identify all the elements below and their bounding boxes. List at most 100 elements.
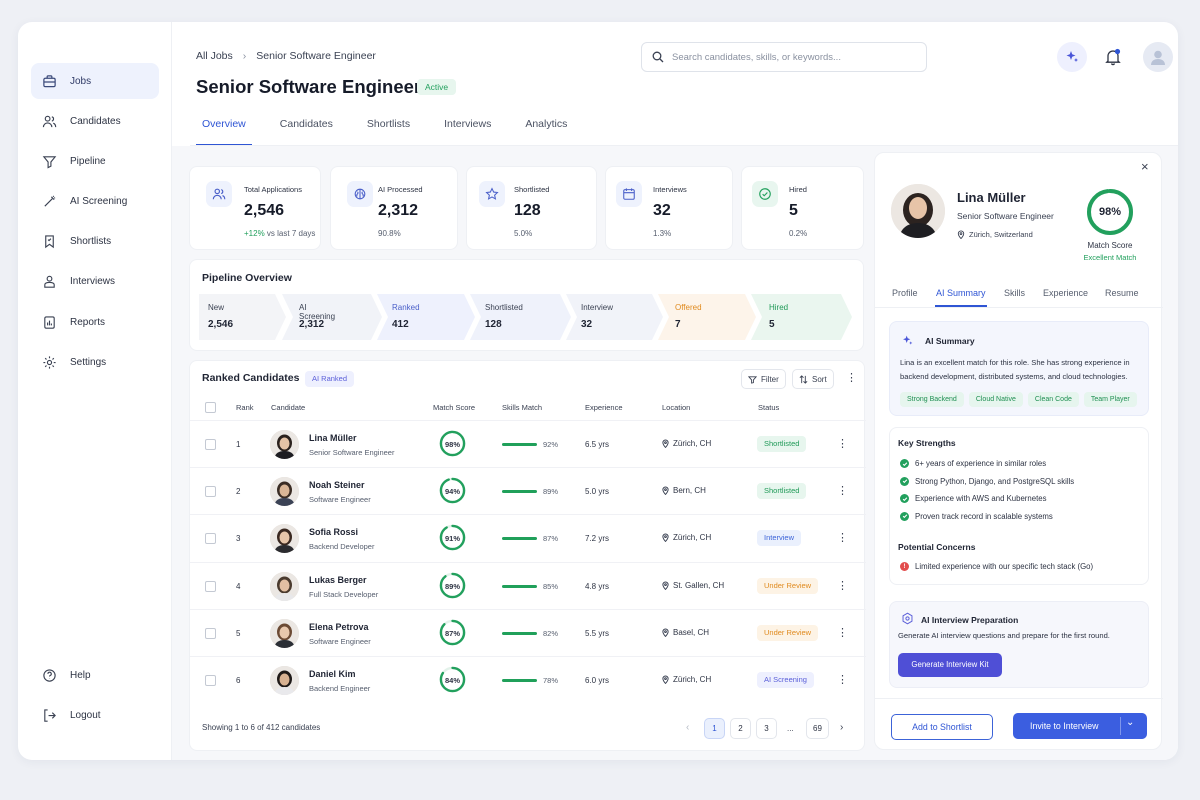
chevron-down-icon[interactable]: ⌄ [1126, 717, 1134, 728]
candidate-role: Software Engineer [309, 636, 371, 646]
row-checkbox[interactable] [205, 627, 216, 639]
strength-item: Experience with AWS and Kubernetes [900, 494, 1046, 503]
page-1[interactable]: 1 [704, 718, 725, 739]
table-row[interactable]: 2 Noah Steiner Software Engineer 94% 89%… [190, 467, 866, 514]
panel-tab-profile[interactable]: Profile [892, 288, 918, 298]
experience-cell: 6.0 yrs [585, 676, 610, 685]
candidate-role: Senior Software Engineer [957, 211, 1054, 221]
avatar [270, 477, 299, 507]
portrait-image [270, 430, 299, 459]
generate-interview-kit-button[interactable]: Generate Interview Kit [898, 653, 1002, 677]
sidebar-item-jobs[interactable]: Jobs [31, 63, 159, 99]
row-checkbox[interactable] [205, 486, 216, 498]
filter-button[interactable]: Filter [741, 369, 786, 389]
more-options-icon[interactable]: ⋮ [846, 371, 857, 384]
search-input[interactable]: Search candidates, skills, or keywords..… [641, 42, 927, 72]
sidebar-item-reports[interactable]: Reports [31, 304, 159, 340]
stat-value: 2,546 [244, 202, 285, 219]
ai-assistant-button[interactable] [1057, 42, 1087, 72]
sidebar: Jobs Candidates Pipeline AI Screening Sh… [18, 22, 172, 760]
table-row[interactable]: 4 Lukas Berger Full Stack Developer 89% … [190, 561, 866, 609]
table-row[interactable]: 3 Sofia Rossi Backend Developer 91% 87% … [190, 514, 866, 561]
wand-icon [44, 195, 56, 207]
match-score-value: 87% [444, 628, 460, 638]
row-checkbox[interactable] [205, 675, 216, 686]
table-row[interactable]: 1 Lina Müller Senior Software Engineer 9… [190, 420, 866, 467]
candidate-name[interactable]: Lina Müller [309, 433, 357, 443]
panel-tab-resume[interactable]: Resume [1105, 288, 1139, 298]
row-more-icon[interactable]: ⋮ [837, 484, 848, 497]
table-row[interactable]: 5 Elena Petrova Software Engineer 87% 82… [190, 608, 866, 656]
rank-cell: 2 [236, 487, 241, 497]
pipeline-chevron-hired[interactable] [751, 294, 852, 340]
stage-name: Ranked [392, 303, 420, 312]
page-69[interactable]: 69 [806, 718, 829, 739]
panel-tab-skills[interactable]: Skills [1004, 288, 1025, 298]
tab-interviews[interactable]: Interviews [438, 118, 497, 146]
pipeline-chevron-shortlisted[interactable] [470, 294, 571, 340]
portrait-image [270, 571, 299, 601]
row-more-icon[interactable]: ⋮ [837, 579, 848, 592]
breadcrumb-all-jobs[interactable]: All Jobs [196, 50, 233, 62]
close-icon[interactable]: × [1141, 159, 1149, 174]
invite-to-interview-button[interactable]: Invite to Interview ⌄ [1013, 713, 1147, 739]
candidate-role: Senior Software Engineer [309, 448, 395, 457]
select-all-checkbox[interactable] [205, 402, 216, 413]
location-cell: Zürich, CH [662, 439, 711, 448]
sidebar-item-help[interactable]: Help [31, 657, 159, 693]
add-to-shortlist-button[interactable]: Add to Shortlist [891, 714, 993, 740]
location-label: Zürich, Switzerland [969, 230, 1033, 239]
row-checkbox[interactable] [205, 580, 216, 592]
sort-button[interactable]: Sort [792, 369, 834, 389]
logout-icon [44, 709, 56, 722]
location-label: Bern, CH [673, 486, 706, 496]
table-row[interactable]: 6 Daniel Kim Backend Engineer 84% 78% 6.… [190, 656, 866, 703]
tab-overview[interactable]: Overview [196, 118, 252, 146]
col-experience: Experience [585, 403, 623, 412]
briefcase-icon [43, 74, 56, 87]
pipeline-chevron-new[interactable] [199, 294, 286, 340]
stat-label: AI Processed [378, 185, 423, 194]
sidebar-item-shortlists[interactable]: Shortlists [31, 224, 159, 260]
sidebar-item-ai-screening[interactable]: AI Screening [31, 184, 159, 220]
prev-page-icon[interactable]: ‹ [686, 722, 689, 733]
sidebar-item-interviews[interactable]: Interviews [31, 264, 159, 300]
skills-match-value: 87% [543, 534, 559, 544]
avatar[interactable] [1143, 42, 1173, 72]
row-more-icon[interactable]: ⋮ [837, 531, 848, 544]
row-checkbox[interactable] [205, 533, 216, 545]
pipeline-chevron-interview[interactable] [566, 294, 663, 340]
page-2[interactable]: 2 [730, 718, 751, 739]
match-score-value: 89% [444, 581, 460, 591]
row-more-icon[interactable]: ⋮ [837, 626, 848, 639]
pipeline-chevron-offered[interactable] [658, 294, 756, 340]
candidate-name[interactable]: Sofia Rossi [309, 527, 358, 537]
row-more-icon[interactable]: ⋮ [837, 673, 848, 686]
row-more-icon[interactable]: ⋮ [837, 437, 848, 450]
sidebar-item-pipeline[interactable]: Pipeline [31, 143, 159, 179]
sidebar-item-label: Candidates [70, 115, 121, 127]
sidebar-item-logout[interactable]: Logout [31, 697, 159, 733]
panel-footer-divider [875, 698, 1163, 699]
candidate-name[interactable]: Lukas Berger [309, 575, 367, 585]
tab-shortlists[interactable]: Shortlists [361, 118, 416, 146]
pipeline-chevron-ranked[interactable] [377, 294, 475, 340]
notifications-button[interactable] [1098, 42, 1128, 72]
stat-delta: +12% [244, 229, 265, 238]
candidate-name[interactable]: Noah Steiner [309, 480, 365, 490]
candidate-detail-panel: × Lina Müller Senior Software Engineer Z… [874, 152, 1163, 750]
experience-cell: 7.2 yrs [585, 534, 610, 544]
panel-tab-experience[interactable]: Experience [1043, 288, 1088, 298]
tab-analytics[interactable]: Analytics [519, 118, 573, 146]
sidebar-item-candidates[interactable]: Candidates [31, 103, 159, 139]
tab-candidates[interactable]: Candidates [274, 118, 339, 146]
next-page-icon[interactable]: › [840, 722, 843, 733]
candidate-name[interactable]: Daniel Kim [309, 669, 356, 679]
panel-tab-ai-summary[interactable]: AI Summary [936, 288, 986, 298]
candidate-name[interactable]: Elena Petrova [309, 622, 369, 632]
page-3[interactable]: 3 [756, 718, 777, 739]
sidebar-item-settings[interactable]: Settings [31, 344, 159, 380]
location-pin-icon [662, 628, 669, 637]
bell-icon [1105, 48, 1121, 66]
row-checkbox[interactable] [205, 439, 216, 450]
